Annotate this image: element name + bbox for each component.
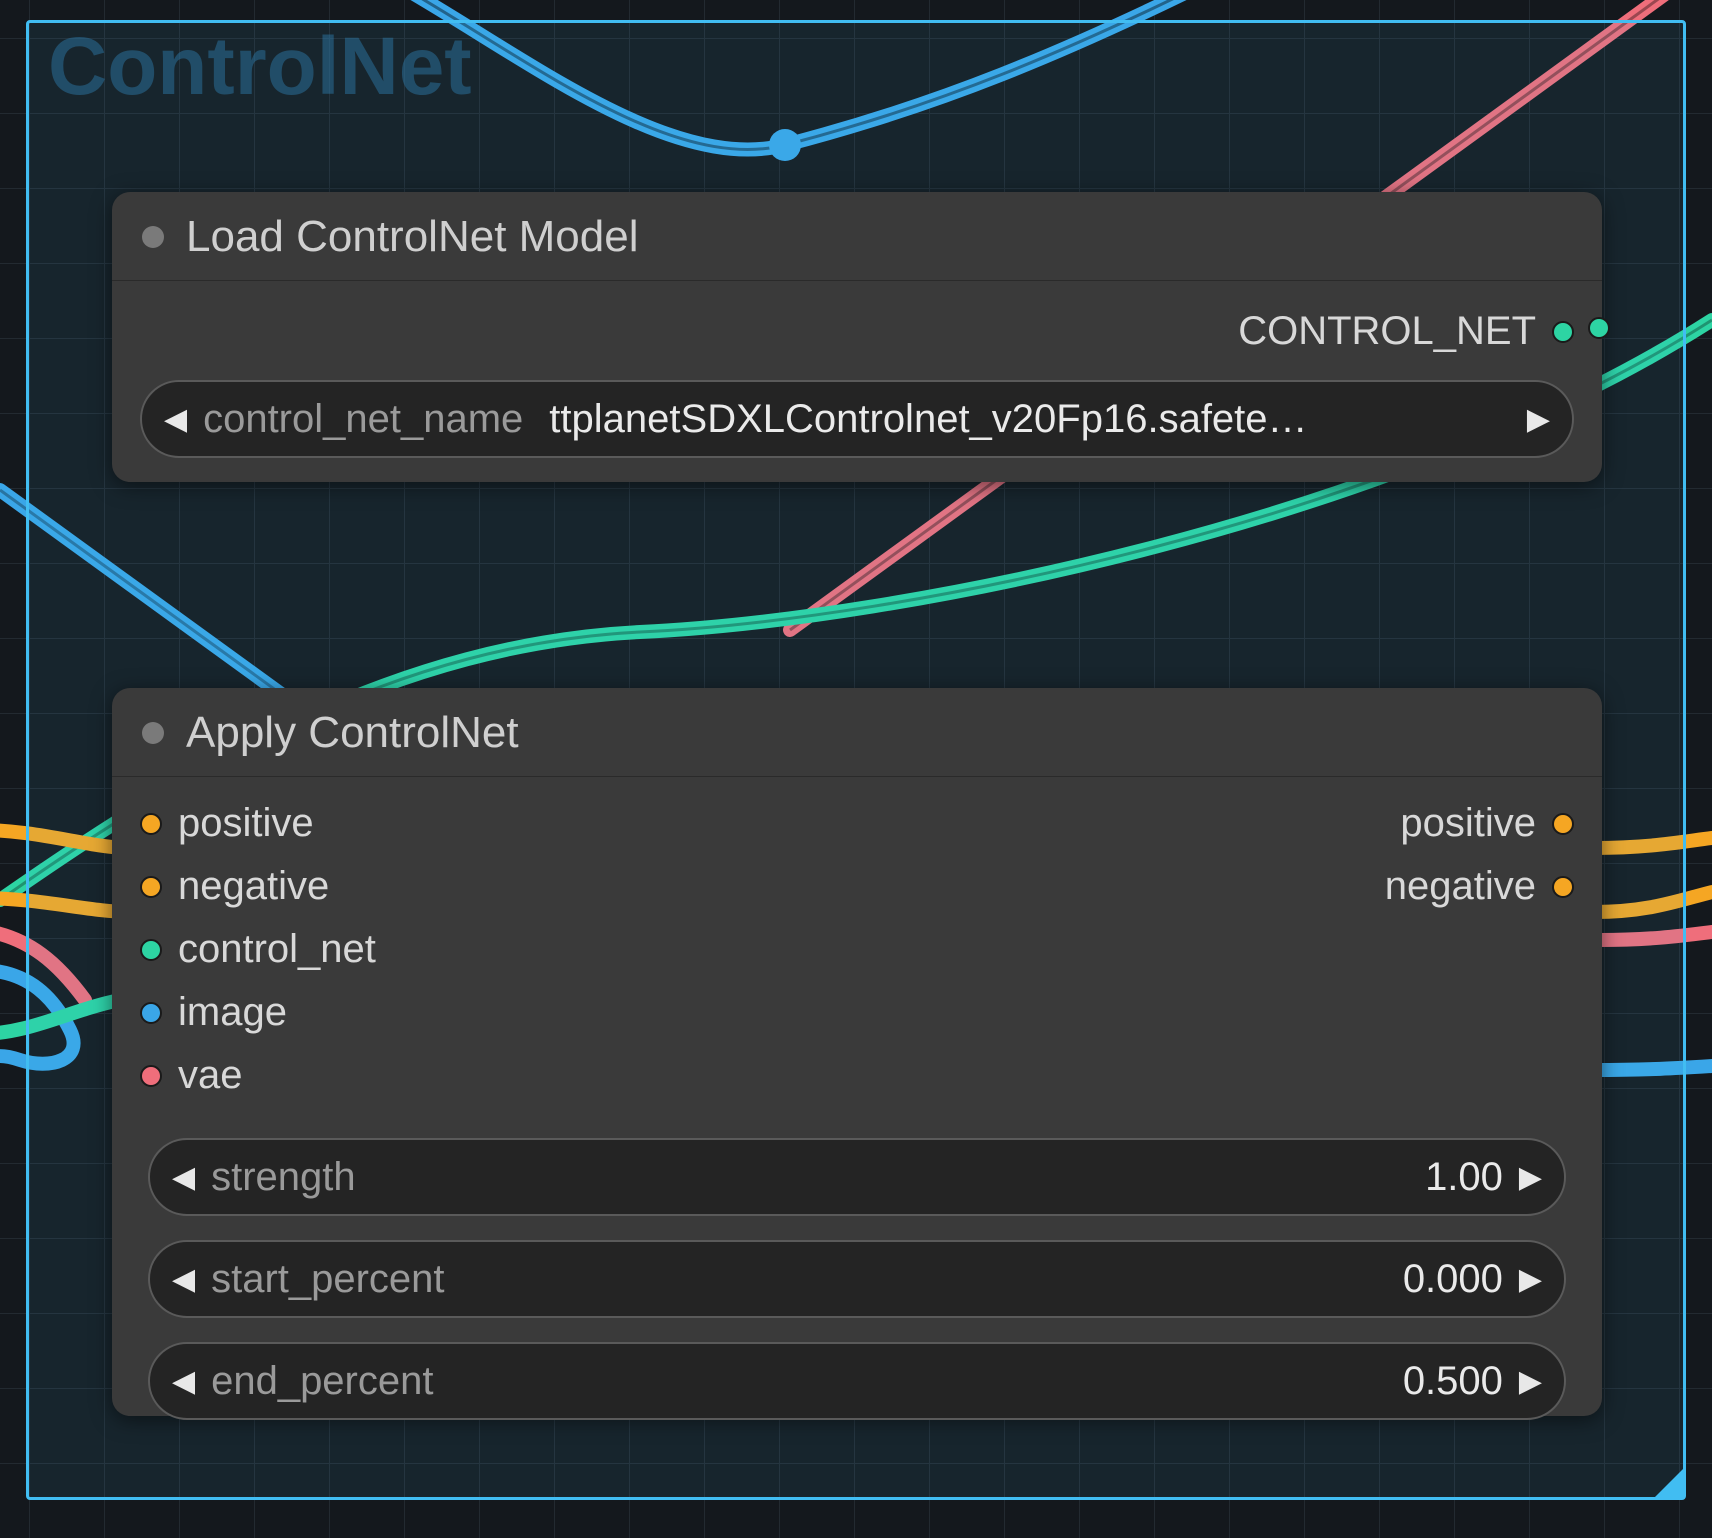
chevron-right-icon[interactable]: ▶ bbox=[1527, 402, 1550, 437]
param-value: 1.00 bbox=[372, 1155, 1503, 1200]
node-collapse-dot[interactable] bbox=[142, 226, 164, 248]
param-label: end_percent bbox=[211, 1359, 433, 1404]
input-port-controlnet[interactable] bbox=[140, 939, 162, 961]
output-port-controlnet[interactable] bbox=[1552, 321, 1574, 343]
chevron-right-icon[interactable]: ▶ bbox=[1519, 1160, 1542, 1195]
param-control-net-name[interactable]: ◀ control_net_name ttplanetSDXLControlne… bbox=[140, 380, 1574, 458]
chevron-left-icon[interactable]: ◀ bbox=[172, 1160, 195, 1195]
input-label-negative: negative bbox=[178, 864, 329, 909]
input-label-vae: vae bbox=[178, 1053, 243, 1098]
output-port-negative[interactable] bbox=[1552, 876, 1574, 898]
chevron-left-icon[interactable]: ◀ bbox=[164, 402, 187, 437]
input-port-vae[interactable] bbox=[140, 1065, 162, 1087]
param-strength[interactable]: ◀ strength 1.00 ▶ bbox=[148, 1138, 1566, 1216]
input-port-positive[interactable] bbox=[140, 813, 162, 835]
group-title: ControlNet bbox=[48, 20, 472, 114]
param-value: 0.000 bbox=[461, 1257, 1503, 1302]
chevron-right-icon[interactable]: ▶ bbox=[1519, 1364, 1542, 1399]
node-collapse-dot[interactable] bbox=[142, 722, 164, 744]
param-value: 0.500 bbox=[449, 1359, 1502, 1404]
param-label: start_percent bbox=[211, 1257, 444, 1302]
param-label: control_net_name bbox=[203, 397, 523, 442]
output-label-controlnet: CONTROL_NET bbox=[1238, 309, 1536, 354]
node-apply-controlnet[interactable]: Apply ControlNet positive negative contr… bbox=[112, 688, 1602, 1416]
chevron-right-icon[interactable]: ▶ bbox=[1519, 1262, 1542, 1297]
chevron-left-icon[interactable]: ◀ bbox=[172, 1262, 195, 1297]
param-end-percent[interactable]: ◀ end_percent 0.500 ▶ bbox=[148, 1342, 1566, 1420]
param-value: ttplanetSDXLControlnet_v20Fp16.safete… bbox=[549, 397, 1511, 442]
chevron-left-icon[interactable]: ◀ bbox=[172, 1364, 195, 1399]
node-header[interactable]: Load ControlNet Model bbox=[112, 192, 1602, 281]
input-port-image[interactable] bbox=[140, 1002, 162, 1024]
node-title: Load ControlNet Model bbox=[186, 212, 638, 262]
output-port-positive[interactable] bbox=[1552, 813, 1574, 835]
node-load-controlnet[interactable]: Load ControlNet Model CONTROL_NET ◀ cont… bbox=[112, 192, 1602, 482]
group-resize-handle[interactable] bbox=[1654, 1468, 1684, 1498]
input-label-controlnet: control_net bbox=[178, 927, 376, 972]
param-start-percent[interactable]: ◀ start_percent 0.000 ▶ bbox=[148, 1240, 1566, 1318]
output-label-negative: negative bbox=[1385, 864, 1536, 909]
input-label-positive: positive bbox=[178, 801, 314, 846]
param-label: strength bbox=[211, 1155, 356, 1200]
output-port-controlnet-ext[interactable] bbox=[1588, 317, 1610, 339]
input-port-negative[interactable] bbox=[140, 876, 162, 898]
output-label-positive: positive bbox=[1400, 801, 1536, 846]
node-title: Apply ControlNet bbox=[186, 708, 519, 758]
node-header[interactable]: Apply ControlNet bbox=[112, 688, 1602, 777]
input-label-image: image bbox=[178, 990, 287, 1035]
